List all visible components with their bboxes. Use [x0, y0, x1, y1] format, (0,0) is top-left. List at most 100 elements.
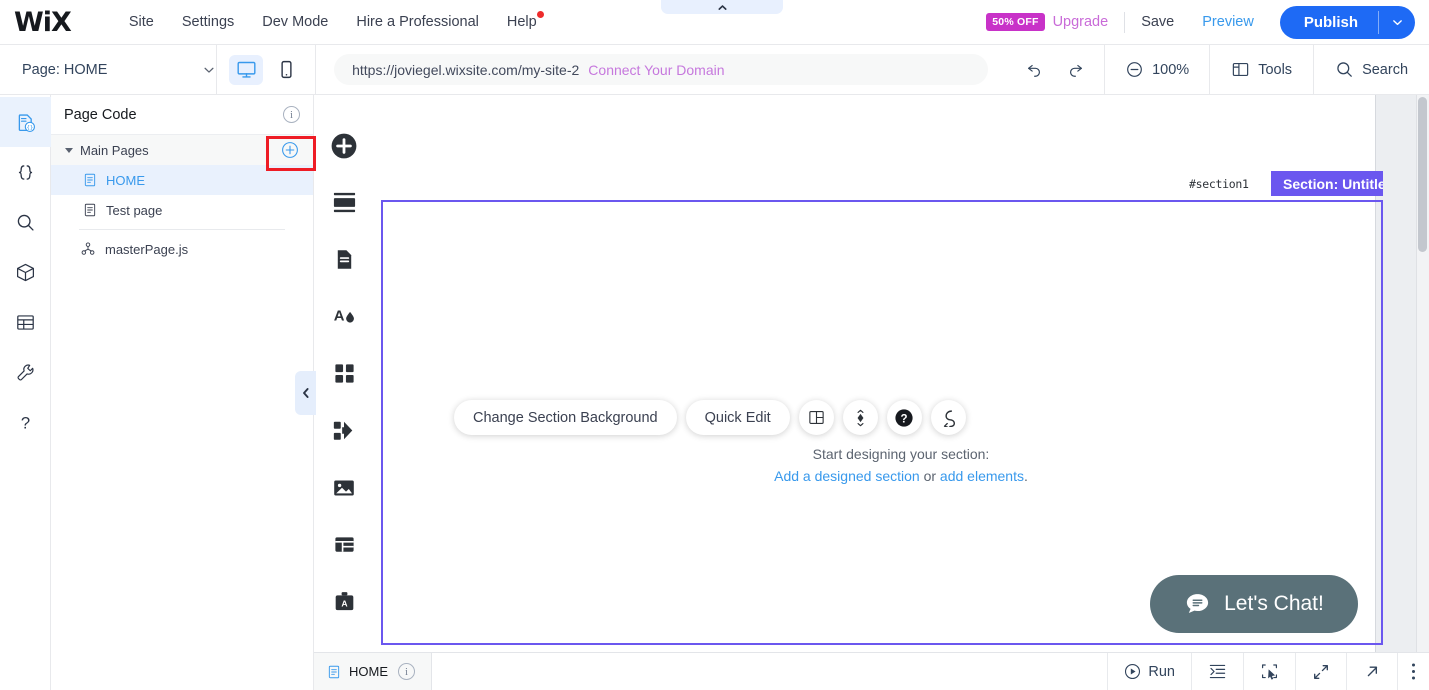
- publish-button[interactable]: Publish: [1280, 6, 1378, 39]
- nav-item-site[interactable]: Site: [115, 8, 168, 36]
- wix-logo[interactable]: WiX: [14, 7, 72, 38]
- canvas-scrollbar[interactable]: [1416, 95, 1429, 652]
- scrollbar-thumb[interactable]: [1418, 97, 1427, 252]
- run-play-icon: [1125, 663, 1141, 680]
- nav-item-help[interactable]: Help: [493, 8, 551, 36]
- tree-group-main-pages[interactable]: Main Pages: [51, 135, 313, 165]
- editor-canvas[interactable]: #section1 Section: Untitled Change Secti…: [374, 95, 1429, 652]
- tree-item-home[interactable]: HOME: [51, 165, 313, 195]
- rail-item-search[interactable]: [0, 197, 51, 247]
- animation-icon: [857, 409, 864, 426]
- format-code-button[interactable]: [1191, 652, 1243, 690]
- section-animation-button[interactable]: [842, 400, 878, 435]
- add-designed-section-link[interactable]: Add a designed section: [774, 468, 920, 484]
- svg-text:?: ?: [901, 413, 908, 425]
- theme-design-button[interactable]: A: [314, 288, 374, 345]
- desktop-view-button[interactable]: [229, 54, 264, 85]
- publish-dropdown-button[interactable]: [1379, 6, 1415, 39]
- mobile-icon: [281, 60, 292, 79]
- tools-button[interactable]: Tools: [1210, 45, 1313, 95]
- chevron-down-icon: [1392, 19, 1402, 25]
- expand-editor-button[interactable]: [1295, 652, 1346, 690]
- search-button[interactable]: Search: [1314, 45, 1429, 95]
- tree-item-master-page[interactable]: masterPage.js: [51, 234, 313, 264]
- info-icon[interactable]: i: [283, 106, 300, 123]
- more-options-button[interactable]: [1397, 652, 1429, 690]
- page-code-panel: Page Code i Main Pages HOME Test page ma…: [51, 95, 314, 690]
- top-center-collapse-tab[interactable]: [661, 0, 783, 14]
- chevron-down-icon: [204, 67, 214, 73]
- more-options-icon: [1412, 663, 1415, 680]
- nav-item-dev-mode[interactable]: Dev Mode: [248, 8, 342, 36]
- integrations-button[interactable]: [314, 402, 374, 459]
- add-section-button[interactable]: [314, 174, 374, 231]
- panel-collapse-button[interactable]: [295, 371, 316, 415]
- rail-item-code-braces[interactable]: [0, 147, 51, 197]
- page-icon: [328, 665, 340, 678]
- preview-button[interactable]: Preview: [1202, 14, 1254, 30]
- rail-item-page-code[interactable]: {}: [0, 97, 51, 147]
- rail-item-tools[interactable]: [0, 347, 51, 397]
- tools-panel-icon: [1232, 62, 1249, 77]
- section-toolbar: Change Section Background Quick Edit ?: [454, 400, 966, 435]
- zoom-level-label: 100%: [1152, 61, 1190, 78]
- undo-icon: [1028, 64, 1041, 77]
- nav-label: Hire a Professional: [356, 14, 479, 30]
- section-behavior-button[interactable]: [930, 400, 966, 435]
- package-icon: [16, 263, 34, 281]
- section-help-button[interactable]: ?: [886, 400, 922, 435]
- rail-item-help[interactable]: ?: [0, 397, 51, 447]
- save-button[interactable]: Save: [1141, 14, 1174, 30]
- section-name-label: Section: Untitled: [1271, 171, 1383, 196]
- chevron-up-icon: [717, 5, 727, 10]
- undo-button[interactable]: [1014, 45, 1055, 95]
- business-tools-button[interactable]: A: [314, 573, 374, 630]
- run-button[interactable]: Run: [1107, 652, 1191, 690]
- pages-menu-button[interactable]: [314, 231, 374, 288]
- add-section-icon: [333, 192, 355, 213]
- add-elements-link[interactable]: add elements: [940, 468, 1024, 484]
- upgrade-link[interactable]: Upgrade: [1053, 14, 1109, 30]
- select-element-button[interactable]: [1243, 652, 1295, 690]
- site-url-bar[interactable]: https://joviegel.wixsite.com/my-site-2 C…: [334, 54, 989, 85]
- help-icon: ?: [895, 408, 913, 427]
- run-label: Run: [1148, 663, 1175, 680]
- connect-domain-link[interactable]: Connect Your Domain: [588, 62, 724, 78]
- info-icon[interactable]: i: [398, 663, 415, 680]
- apps-button[interactable]: [314, 345, 374, 402]
- chevron-left-icon: [302, 388, 309, 398]
- desktop-icon: [237, 61, 256, 78]
- nav-label: Site: [128, 14, 154, 30]
- page-icon: [84, 173, 96, 187]
- wix-editor-window: WiX Site Settings Dev Mode Hire a Profes…: [0, 0, 1429, 690]
- svg-text:A: A: [334, 308, 345, 324]
- content-manager-button[interactable]: [314, 516, 374, 573]
- media-button[interactable]: [314, 459, 374, 516]
- divider: [1124, 11, 1126, 33]
- mobile-view-button[interactable]: [269, 55, 303, 85]
- svg-text:?: ?: [20, 413, 29, 432]
- redo-button[interactable]: [1055, 45, 1096, 95]
- section-layout-button[interactable]: [798, 400, 834, 435]
- change-section-background-button[interactable]: Change Section Background: [454, 400, 677, 435]
- nav-item-settings[interactable]: Settings: [168, 8, 248, 36]
- apps-grid-icon: [334, 364, 354, 383]
- secondary-toolbar: Page: HOME https://joviegel.wixsite.com/…: [0, 44, 1429, 95]
- rail-item-database[interactable]: [0, 297, 51, 347]
- tree-item-test-page[interactable]: Test page: [51, 195, 313, 225]
- search-icon: [1337, 62, 1352, 77]
- nav-label: Settings: [181, 14, 235, 30]
- add-elements-button[interactable]: [314, 117, 374, 174]
- zoom-out-button[interactable]: 100%: [1105, 45, 1209, 95]
- lets-chat-button[interactable]: Let's Chat!: [1150, 575, 1358, 633]
- nav-item-hire-a-professional[interactable]: Hire a Professional: [342, 8, 493, 36]
- plus-circle-filled-icon: [331, 133, 357, 158]
- bottom-tab-home[interactable]: HOME i: [314, 652, 432, 690]
- open-external-button[interactable]: [1346, 652, 1397, 690]
- rail-item-packages[interactable]: [0, 247, 51, 297]
- svg-text:{}: {}: [26, 124, 33, 130]
- quick-edit-button[interactable]: Quick Edit: [685, 400, 790, 435]
- help-notification-dot: [536, 11, 544, 18]
- add-page-button[interactable]: [281, 141, 299, 159]
- page-selector-dropdown[interactable]: Page: HOME: [22, 62, 216, 78]
